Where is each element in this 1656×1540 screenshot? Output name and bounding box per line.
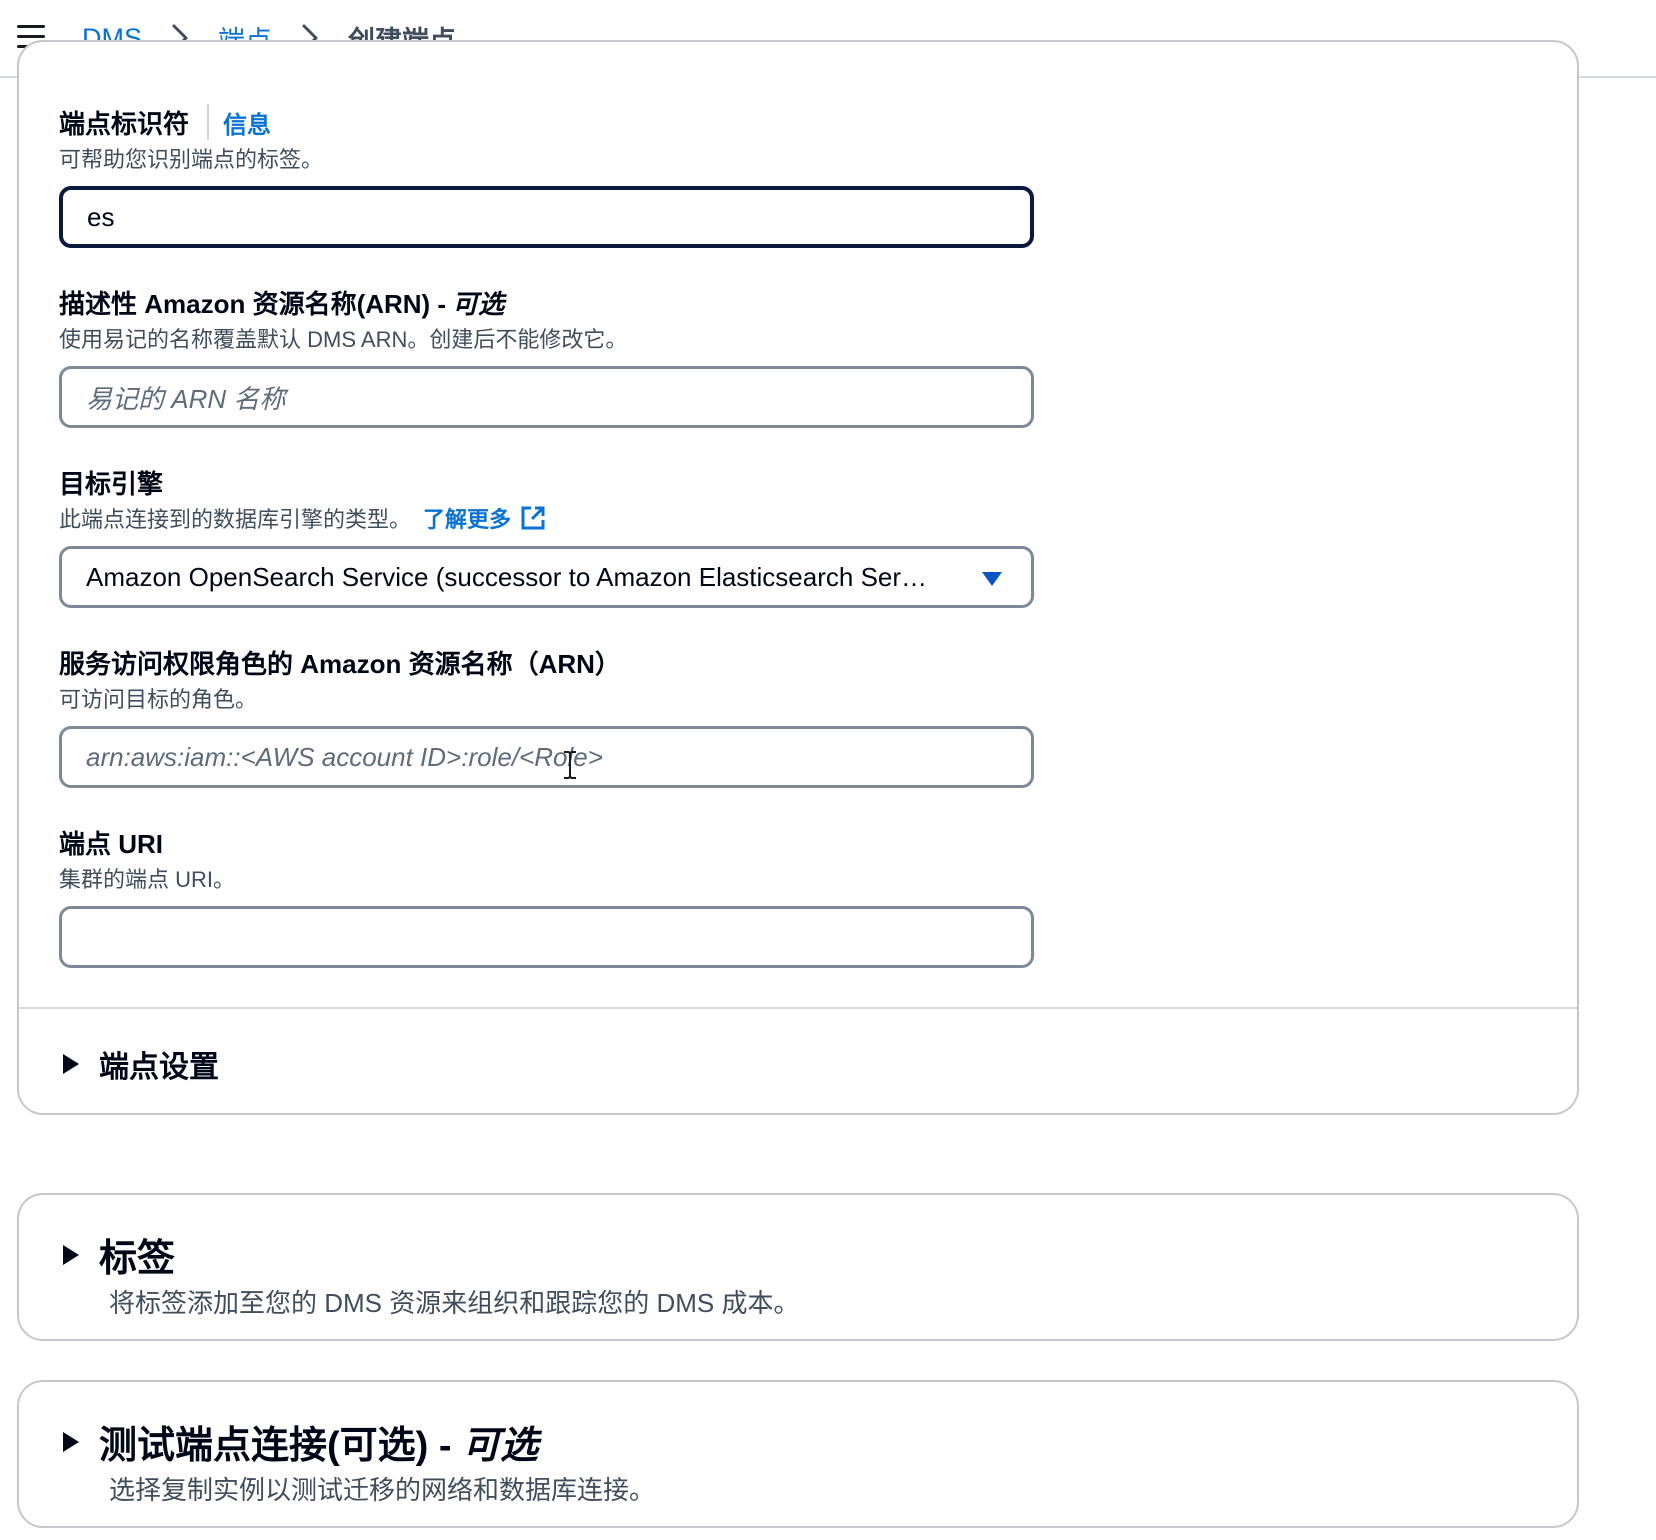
section-divider xyxy=(19,1007,1577,1009)
service-role-arn-description: 可访问目标的角色。 xyxy=(59,687,258,712)
service-role-arn-input[interactable]: arn:aws:iam::<AWS account ID>:role/<Role… xyxy=(59,726,1034,788)
service-role-arn-label: 服务访问权限角色的 Amazon 资源名称（ARN） xyxy=(59,648,621,679)
learn-more-label: 了解更多 xyxy=(423,507,512,532)
target-engine-field: 目标引擎 此端点连接到的数据库引擎的类型。 了解更多 Amazon OpenSe… xyxy=(59,464,1034,608)
endpoint-settings-title: 端点设置 xyxy=(99,1051,219,1084)
tags-title: 标签 xyxy=(99,1238,176,1280)
test-connection-title: 测试端点连接(可选) - xyxy=(99,1425,452,1467)
tags-description: 将标签添加至您的 DMS 资源来组织和跟踪您的 DMS 成本。 xyxy=(109,1288,800,1318)
target-engine-label: 目标引擎 xyxy=(59,468,164,499)
target-engine-description: 此端点连接到的数据库引擎的类型。 xyxy=(59,507,412,532)
target-engine-selected-value: Amazon OpenSearch Service (successor to … xyxy=(86,561,928,592)
endpoint-identifier-label: 端点标识符 xyxy=(59,108,190,139)
triangle-right-icon xyxy=(63,1431,79,1452)
test-connection-panel: 测试端点连接(可选) - 可选 选择复制实例以测试迁移的网络和数据库连接。 xyxy=(17,1380,1579,1528)
triangle-right-icon xyxy=(63,1244,79,1265)
caret-down-icon xyxy=(982,572,1002,586)
descriptive-arn-label: 描述性 Amazon 资源名称(ARN) - xyxy=(59,288,447,319)
endpoint-identifier-field: 端点标识符 信息 可帮助您识别端点的标签。 es xyxy=(59,104,1034,248)
endpoint-uri-label: 端点 URI xyxy=(59,828,164,859)
service-role-arn-placeholder: arn:aws:iam::<AWS account ID>:role/<Role… xyxy=(86,741,603,772)
service-role-arn-field: 服务访问权限角色的 Amazon 资源名称（ARN） 可访问目标的角色。 arn… xyxy=(59,644,1034,788)
triangle-right-icon xyxy=(63,1054,79,1074)
endpoint-identifier-description: 可帮助您识别端点的标签。 xyxy=(59,147,324,172)
descriptive-arn-placeholder: 易记的 ARN 名称 xyxy=(86,383,286,414)
endpoint-uri-input[interactable] xyxy=(59,906,1034,968)
info-link[interactable]: 信息 xyxy=(223,105,271,140)
descriptive-arn-description: 使用易记的名称覆盖默认 DMS ARN。创建后不能修改它。 xyxy=(59,327,628,352)
endpoint-configuration-panel: 端点标识符 信息 可帮助您识别端点的标签。 es 描述性 Amazon 资源名称… xyxy=(17,40,1579,1115)
target-engine-select[interactable]: Amazon OpenSearch Service (successor to … xyxy=(59,546,1034,608)
endpoint-identifier-input[interactable]: es xyxy=(59,186,1034,248)
learn-more-link[interactable]: 了解更多 xyxy=(423,502,547,534)
descriptive-arn-input[interactable]: 易记的 ARN 名称 xyxy=(59,366,1034,428)
optional-tag: 可选 xyxy=(452,288,505,319)
test-connection-description: 选择复制实例以测试迁移的网络和数据库连接。 xyxy=(109,1475,656,1505)
descriptive-arn-field: 描述性 Amazon 资源名称(ARN) - 可选 使用易记的名称覆盖默认 DM… xyxy=(59,284,1034,428)
endpoint-settings-expander[interactable]: 端点设置 xyxy=(63,1042,219,1086)
external-link-icon xyxy=(521,506,545,530)
endpoint-uri-field: 端点 URI 集群的端点 URI。 xyxy=(59,824,1034,968)
text-cursor-icon xyxy=(564,751,576,779)
endpoint-identifier-value: es xyxy=(87,201,115,232)
tags-expander[interactable]: 标签 xyxy=(63,1227,175,1282)
label-divider xyxy=(207,104,210,140)
test-connection-expander[interactable]: 测试端点连接(可选) - 可选 xyxy=(63,1414,538,1469)
tags-panel: 标签 将标签添加至您的 DMS 资源来组织和跟踪您的 DMS 成本。 xyxy=(17,1193,1579,1341)
endpoint-uri-description: 集群的端点 URI。 xyxy=(59,867,236,892)
optional-tag: 可选 xyxy=(462,1425,539,1467)
